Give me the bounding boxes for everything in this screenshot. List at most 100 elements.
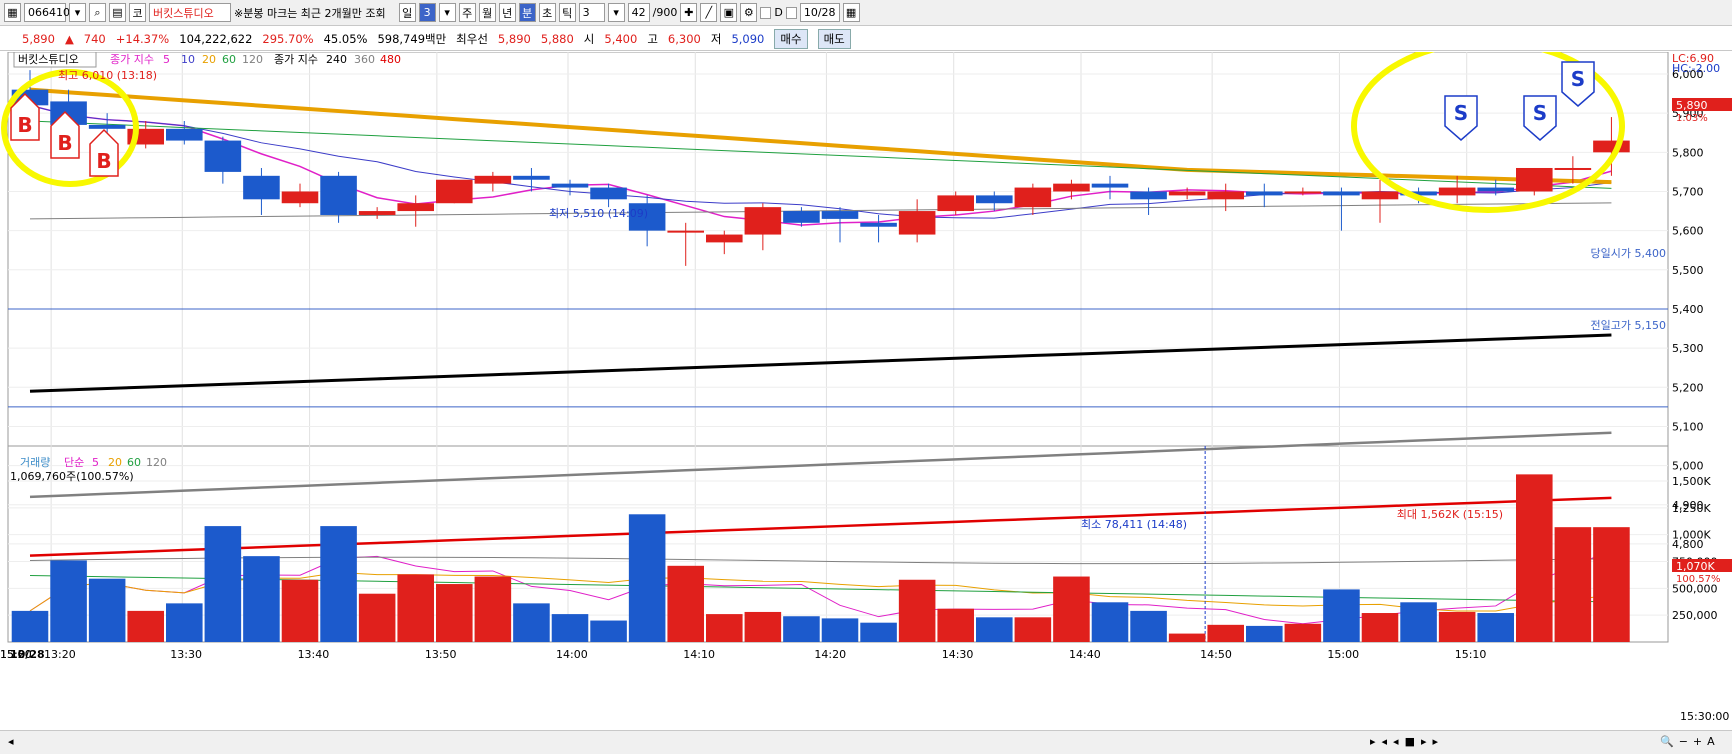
d-checkbox[interactable] [760, 6, 772, 19]
tab-second[interactable]: 초 [538, 3, 556, 22]
candle-body [436, 179, 473, 204]
sell-button[interactable]: 매도 [817, 28, 851, 49]
volume-bar [50, 560, 87, 642]
candle-body [88, 124, 126, 129]
buy-marker-label: B [57, 131, 72, 155]
save-icon[interactable]: ▣ [720, 3, 738, 22]
tab-month[interactable]: 월 [478, 3, 496, 22]
calendar-icon[interactable]: ▦ [842, 3, 860, 22]
date-input[interactable]: 10/28 [799, 3, 840, 22]
last-pct-label: 1.03% [1676, 113, 1708, 124]
time-tick-label: 13:20 [44, 648, 76, 661]
tab-minute[interactable]: 분 [518, 3, 536, 22]
hc-label: HC:-2.00 [1672, 62, 1720, 75]
volume-bar [1323, 589, 1360, 642]
search-icon[interactable]: ⌕ [89, 3, 106, 22]
scroll-left-icon[interactable]: ◂ [8, 735, 14, 748]
date-checkbox[interactable] [785, 6, 797, 19]
candle-body [744, 207, 782, 235]
legend-ma10: 10 [181, 53, 195, 66]
volume-bar [1091, 602, 1129, 642]
tab-year[interactable]: 년 [498, 3, 516, 22]
time-tick-label: 13:40 [298, 648, 330, 661]
candle-body [1593, 140, 1630, 153]
stock-chart[interactable]: BBBS SS 6,0005,9005,8005,7005,6005,5005,4… [0, 52, 1732, 730]
low-label: 저 [710, 31, 722, 46]
price-tick-label: 5,800 [1672, 146, 1704, 159]
tab-week[interactable]: 주 [458, 3, 476, 22]
candle-body [204, 140, 242, 172]
playback-controls[interactable]: ▸◂◂■▸▸ [1370, 735, 1444, 748]
candle-body [783, 211, 820, 223]
interval-dropdown-icon[interactable]: ▾ [607, 3, 625, 22]
period-num-button[interactable]: 3 [418, 3, 436, 22]
candle-body [1284, 191, 1322, 194]
price-tick-label: 5,300 [1672, 342, 1704, 355]
volume-bar [1477, 613, 1514, 642]
volume-bar [860, 622, 897, 642]
volume-bar [474, 576, 512, 642]
volume-bar [667, 565, 704, 642]
time-tick-label: 13:30 [170, 648, 202, 661]
price-tick-label: 5,200 [1672, 381, 1704, 394]
change: 740 [83, 31, 106, 46]
candle-body [474, 175, 512, 184]
candle-body [1014, 187, 1052, 208]
price-tick-label: 5,500 [1672, 264, 1704, 277]
quote-infobar: 5,890 ▲ 740 +14.37% 104,222,622 295.70% … [0, 27, 1732, 51]
volume-bar [1130, 610, 1167, 642]
candle-body [667, 230, 704, 233]
volume-bar [127, 610, 164, 642]
market-select-icon[interactable]: ▤ [109, 3, 126, 22]
price-tick-label: 5,000 [1672, 460, 1704, 473]
candle-body [1130, 191, 1167, 200]
time-tick-label: 15:30 [0, 648, 32, 661]
chart-toolbar: ▦ 066410 ▾ ⌕ ▤ 코 버킷스튜디오 ※분봉 마크는 최근 2개월만 … [0, 0, 1732, 26]
legend-ma120: 120 [242, 53, 263, 66]
period-day-button[interactable]: 일 [398, 3, 416, 22]
volume-bar [320, 526, 357, 642]
interval-input[interactable]: 3 [578, 3, 605, 22]
horizontal-scrollbar[interactable]: ◂ ▸◂◂■▸▸ 🔍−+A [0, 730, 1732, 754]
candle-body [898, 211, 936, 235]
zoom-controls[interactable]: 🔍−+A [1660, 735, 1720, 748]
volume-bar [744, 611, 782, 642]
volume-bar [1246, 625, 1283, 642]
candle-body [1091, 183, 1129, 188]
count-input[interactable]: 42 [627, 3, 650, 22]
vol-last-pct: 100.57% [1676, 574, 1721, 585]
volume-bar [1053, 576, 1090, 642]
candle-body [1438, 187, 1476, 196]
period-dropdown-icon[interactable]: ▾ [438, 3, 456, 22]
candle-body [513, 175, 550, 180]
stock-code-input[interactable]: 066410 [24, 3, 70, 22]
chart-menu-icon[interactable]: ▦ [4, 3, 21, 22]
candle-body [551, 183, 589, 188]
volume-bar [976, 617, 1013, 642]
volume-bar [88, 578, 126, 642]
turnover: 45.05% [323, 31, 368, 46]
time-tick-label: 15:10 [1455, 648, 1487, 661]
candle-body [397, 203, 434, 212]
candle-body [706, 234, 743, 243]
code-dropdown-icon[interactable]: ▾ [69, 3, 86, 22]
up-arrow-icon: ▲ [64, 31, 74, 46]
current-price: 5,890 [22, 31, 55, 46]
volume-bar [243, 556, 280, 642]
tool-crosshair-icon[interactable]: ✚ [680, 3, 698, 22]
candle-body [976, 195, 1013, 204]
tool-line-icon[interactable]: ╱ [700, 3, 718, 22]
candle-body [821, 211, 859, 219]
best-label: 최우선 [456, 31, 488, 46]
legend-ma5: 5 [163, 53, 170, 66]
high-annotation: 최고 6,010 (13:18) [58, 69, 157, 82]
volume-bar [1361, 613, 1399, 642]
stock-name[interactable]: 버킷스튜디오 [149, 3, 231, 22]
legend-ma240: 240 [326, 53, 347, 66]
notice-text: ※분봉 마크는 최근 2개월만 조회 [234, 6, 386, 20]
gear-icon[interactable]: ⚙ [740, 3, 758, 22]
tab-tick[interactable]: 틱 [558, 3, 576, 22]
volume-ratio: 295.70% [262, 31, 314, 46]
volume-tick-label: 1,500K [1672, 475, 1711, 488]
buy-button[interactable]: 매수 [774, 28, 808, 49]
